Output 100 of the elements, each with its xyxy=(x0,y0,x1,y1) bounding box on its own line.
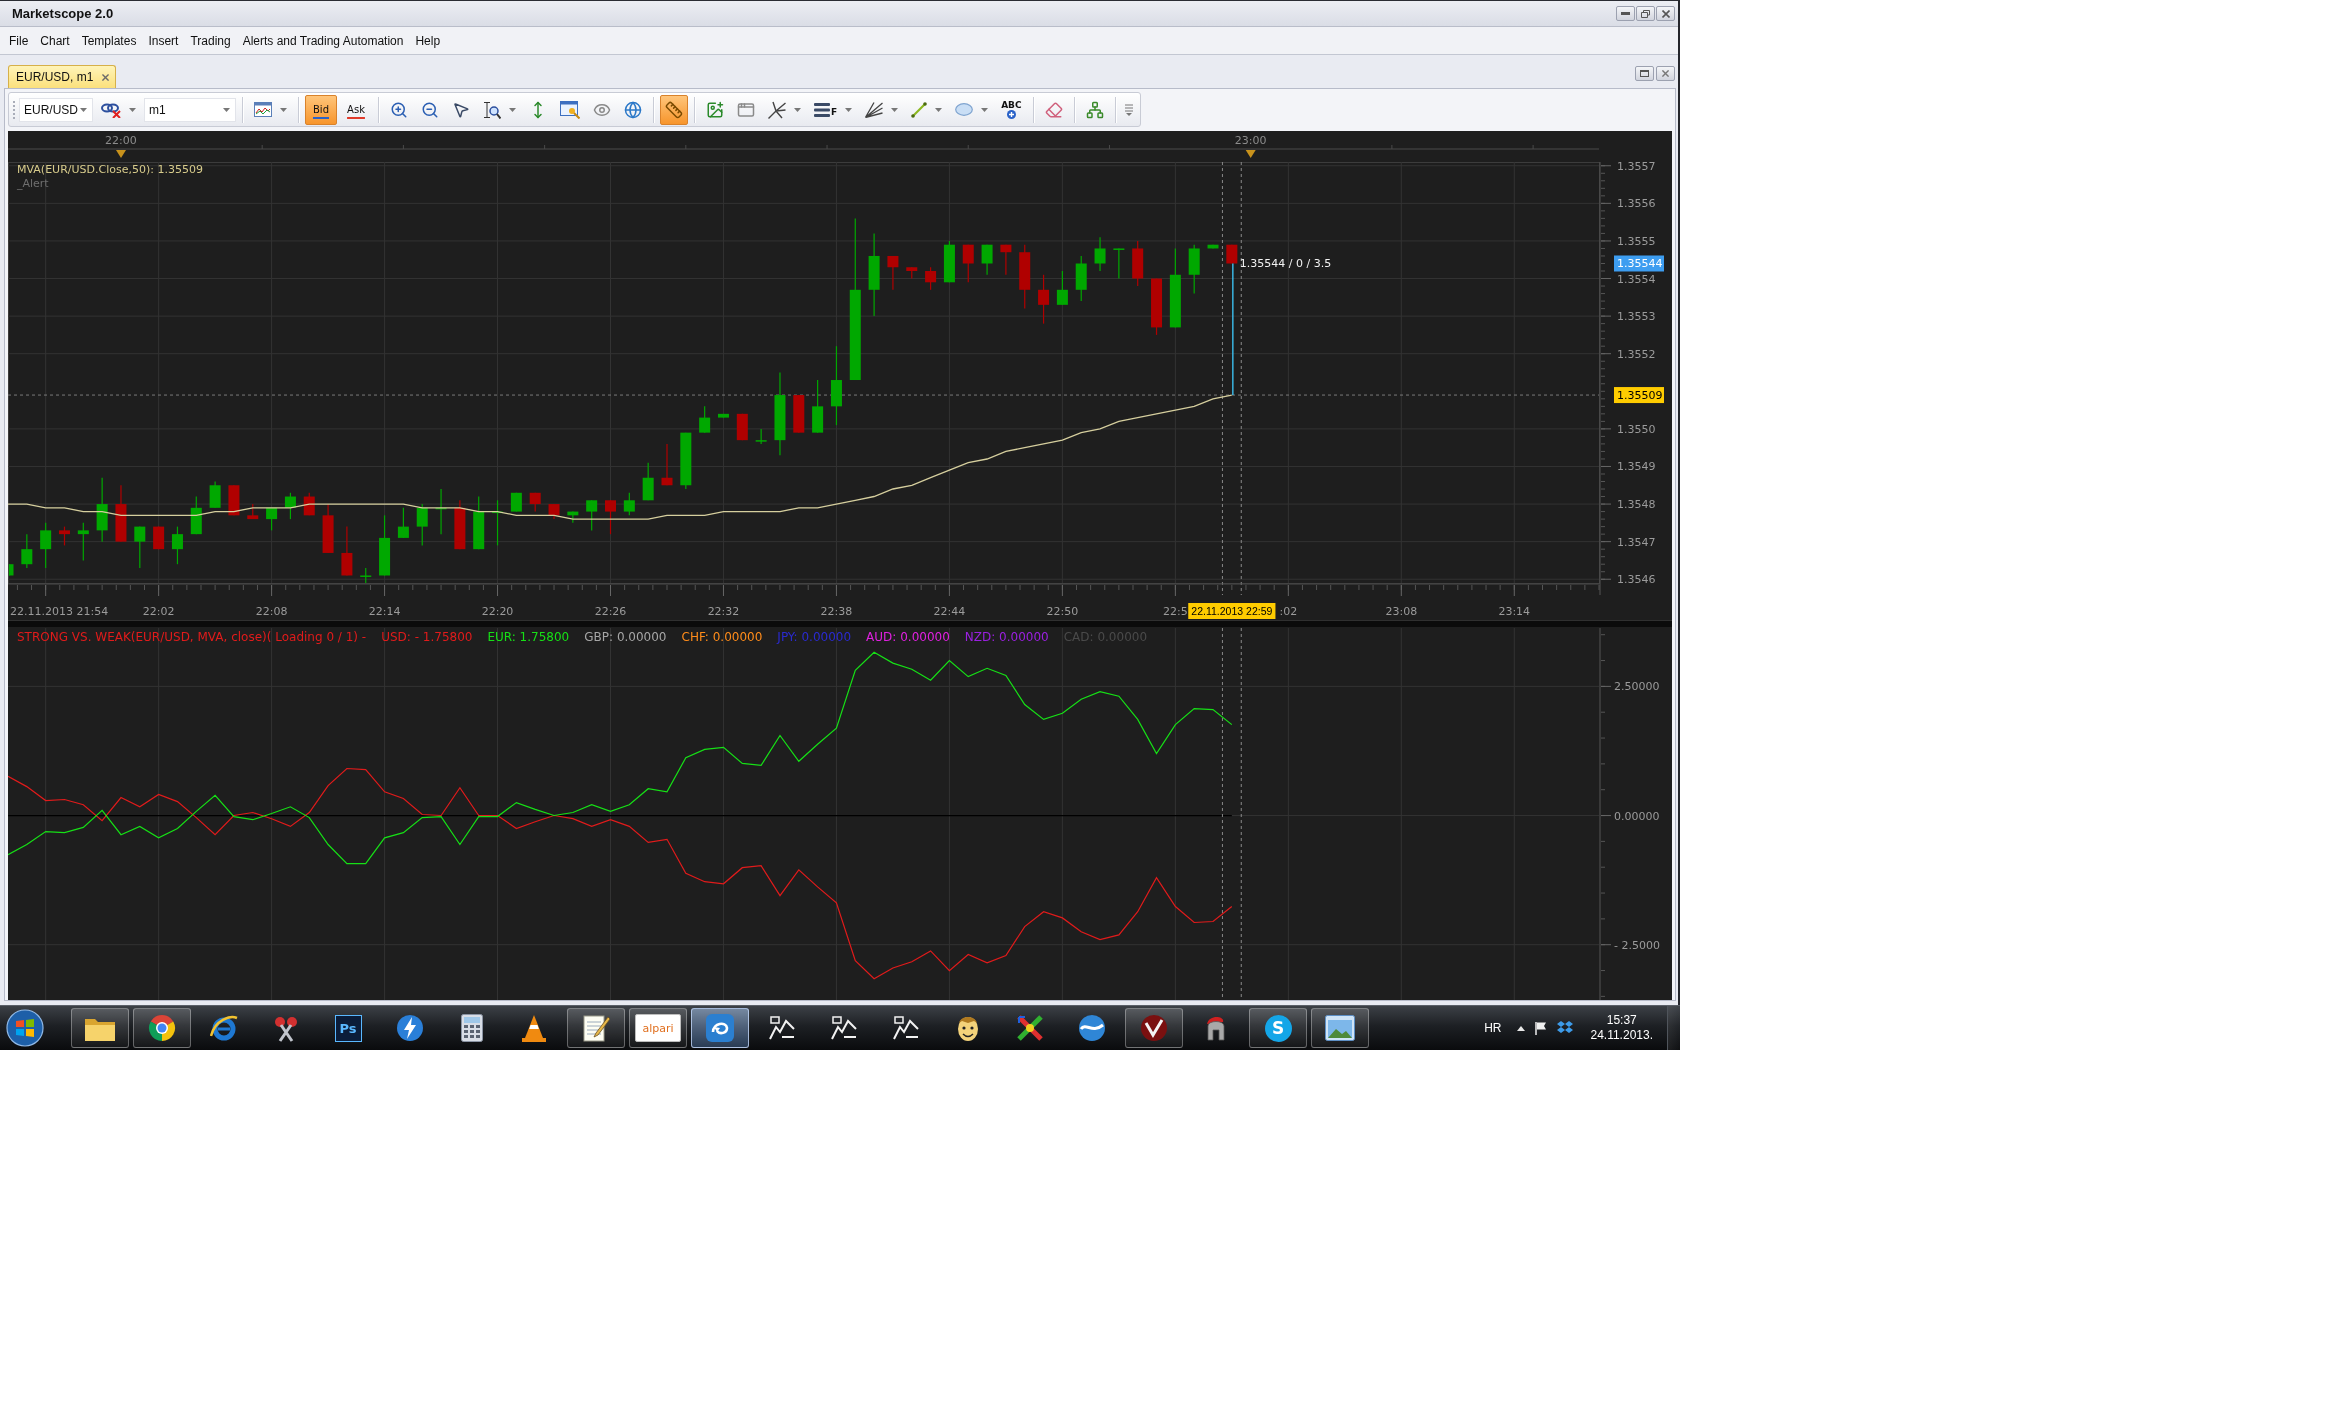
axis-label: :02 xyxy=(1279,605,1298,618)
plus-icon xyxy=(1006,109,1016,119)
show-desktop-button[interactable] xyxy=(1667,1006,1680,1050)
candlestick xyxy=(190,495,202,535)
restore-button[interactable] xyxy=(1636,6,1655,21)
axis-label: 2.50000 xyxy=(1614,680,1660,694)
caret-icon xyxy=(223,107,230,112)
price-mode-button[interactable]: Ask xyxy=(340,94,372,125)
candlestick xyxy=(473,495,485,550)
zoom-in-icon xyxy=(390,100,408,119)
axis-label: 0.00000 xyxy=(1614,809,1660,823)
taskbar-app-button[interactable] xyxy=(691,1008,749,1048)
axis-label: 1.3556 xyxy=(1617,197,1656,211)
grip-icon xyxy=(13,100,16,119)
menu-item[interactable]: Trading xyxy=(184,31,237,50)
close-button[interactable] xyxy=(1656,6,1675,21)
picture-window-icon xyxy=(1325,1015,1355,1041)
caret-icon xyxy=(129,107,136,112)
axis-label: 23:00 xyxy=(1234,134,1267,147)
candlestick xyxy=(1056,270,1068,306)
candlestick xyxy=(397,507,409,539)
instrument-dropdown[interactable]: EUR/USD xyxy=(19,97,93,122)
chain-icon xyxy=(101,101,121,118)
candlestick xyxy=(1132,240,1144,287)
caret-icon xyxy=(280,107,287,112)
candlestick xyxy=(1075,255,1087,302)
candlestick xyxy=(1207,244,1219,250)
lightning-icon xyxy=(396,1014,424,1042)
text-tool-button[interactable]: ABC xyxy=(996,94,1027,125)
candlestick xyxy=(736,413,748,441)
candlestick xyxy=(209,480,221,509)
menu-item[interactable]: File xyxy=(3,31,35,50)
axis-label: 1.3554 xyxy=(1617,272,1656,286)
time-marker-icon xyxy=(1245,150,1256,158)
axis-label: 1.3550 xyxy=(1617,422,1656,436)
menu-item[interactable]: Help xyxy=(409,31,447,50)
menu-item[interactable]: Templates xyxy=(75,31,143,50)
axis-label: 1.3548 xyxy=(1617,498,1656,512)
candlestick xyxy=(59,526,70,546)
caret-icon xyxy=(935,107,943,112)
axis-label: 1.3546 xyxy=(1617,573,1656,587)
menu-item[interactable]: Insert xyxy=(142,31,185,50)
candlestick xyxy=(943,240,955,283)
swoosh-circle-icon xyxy=(1140,1014,1168,1042)
flag-icon[interactable] xyxy=(1534,1021,1549,1035)
price-tag: 1.35509 xyxy=(1614,387,1664,404)
language-indicator[interactable]: HR xyxy=(1484,1021,1502,1035)
start-button[interactable] xyxy=(3,1007,47,1049)
candlestick xyxy=(341,526,353,577)
box-icon[interactable] xyxy=(1557,1021,1574,1035)
chart-tab[interactable]: EUR/USD, m1 xyxy=(8,65,117,88)
maximize-button[interactable] xyxy=(1635,65,1654,81)
close-icon xyxy=(1661,9,1670,18)
chart-sketch-icon xyxy=(768,1015,796,1041)
tool-button[interactable] xyxy=(660,94,688,125)
candlestick xyxy=(8,563,14,577)
candlestick xyxy=(1094,236,1106,272)
candlestick xyxy=(699,405,711,434)
axis-label: 22:38 xyxy=(820,605,853,618)
timeframe-dropdown[interactable]: m1 xyxy=(144,97,236,122)
close-button[interactable] xyxy=(1656,65,1675,81)
candlestick xyxy=(284,492,296,520)
caret-icon xyxy=(794,107,801,112)
menu-item[interactable]: Alerts and Trading Automation xyxy=(236,31,410,50)
candlestick xyxy=(360,567,372,584)
taskbar-app-button[interactable]: Ps xyxy=(319,1008,377,1048)
dropdown-tool-button[interactable]: F xyxy=(809,94,858,125)
candlestick xyxy=(1113,247,1125,280)
candlestick xyxy=(171,526,183,565)
maximize-icon xyxy=(1640,69,1649,77)
axis-label: 22:00 xyxy=(105,134,137,147)
pitchfork-icon xyxy=(768,100,786,119)
restore-icon xyxy=(1641,9,1650,18)
menu-item[interactable]: Chart xyxy=(34,31,76,50)
line-segment-icon xyxy=(911,101,928,118)
calculator-icon xyxy=(461,1014,483,1042)
caret-icon xyxy=(509,107,516,112)
scissors-icon xyxy=(272,1014,300,1042)
axis-label: 1.3557 xyxy=(1617,159,1656,173)
axis-label: 1.3552 xyxy=(1617,347,1656,361)
cross-arrows-icon xyxy=(1016,1014,1044,1042)
minimize-button[interactable] xyxy=(1616,6,1635,21)
ellipse-icon xyxy=(955,103,974,116)
cartoon-face-icon xyxy=(956,1014,980,1042)
price-mode-button[interactable]: Bid xyxy=(305,94,337,125)
alert-label: _Alert xyxy=(17,177,50,190)
candlestick xyxy=(718,413,729,419)
candlestick xyxy=(134,526,146,569)
caret-up-icon[interactable] xyxy=(1517,1025,1526,1031)
candlestick xyxy=(793,394,805,434)
notepad-icon xyxy=(582,1014,610,1042)
candlestick xyxy=(303,492,315,516)
candlestick xyxy=(40,522,52,569)
candlestick xyxy=(454,499,466,550)
legend-value: EUR: 1.75800 xyxy=(487,630,570,644)
candlestick xyxy=(623,492,635,516)
clock[interactable]: 15:37 24.11.2013. xyxy=(1590,1013,1653,1043)
caret-icon xyxy=(845,107,853,112)
candlestick xyxy=(1188,244,1200,295)
candlestick xyxy=(153,526,165,550)
